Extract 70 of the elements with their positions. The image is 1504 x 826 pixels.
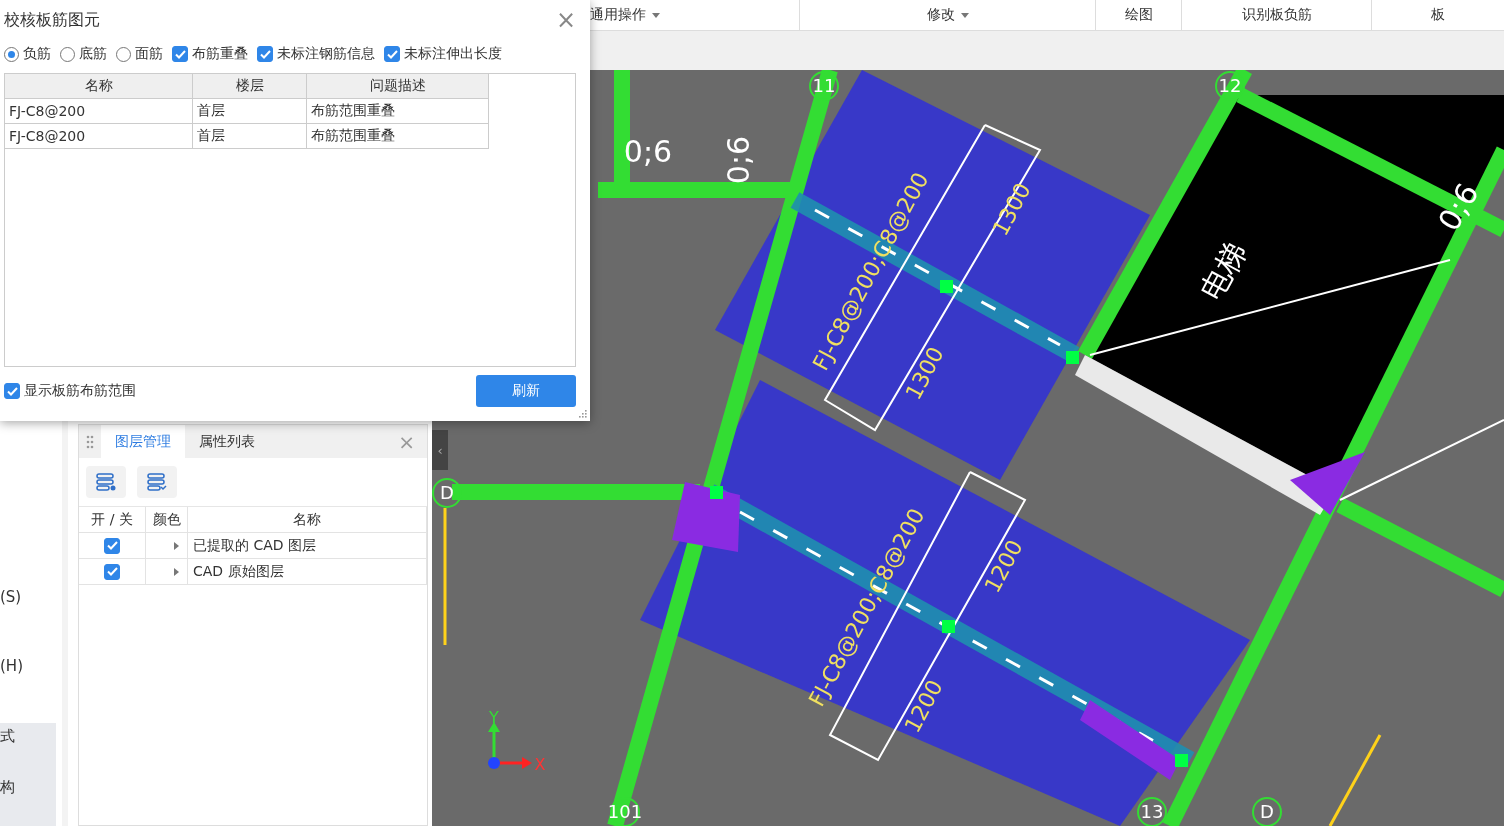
toolbar-menu[interactable]: 板	[1431, 6, 1445, 24]
layer-tool-button[interactable]	[137, 466, 177, 498]
layers-icon	[146, 473, 168, 491]
radio-option[interactable]: 面筋	[116, 45, 163, 63]
table-cell: 已提取的 CAD 图层	[188, 533, 427, 559]
check-icon	[106, 567, 118, 576]
toolbar-menu[interactable]: 通用操作	[590, 6, 660, 24]
nav-item[interactable]: 构	[0, 778, 15, 798]
table-cell: 首层	[193, 124, 307, 149]
panel-tab[interactable]: 图层管理	[101, 425, 185, 458]
node-marker	[710, 486, 723, 499]
resize-grip-icon[interactable]	[578, 409, 587, 418]
layer-checkbox[interactable]	[104, 537, 120, 554]
dimension-text: 1300	[987, 178, 1036, 240]
table-cell: FJ-C8@200	[5, 99, 193, 124]
collapse-handle[interactable]: ‹	[432, 430, 448, 470]
nav-item[interactable]: (S)	[0, 588, 22, 606]
expand-icon[interactable]	[174, 541, 179, 550]
node-marker	[1175, 754, 1188, 767]
panel-tab[interactable]: 属性列表	[185, 425, 269, 458]
hatch-patch	[672, 482, 740, 552]
table-cell: FJ-C8@200	[5, 124, 193, 149]
drawing-note: 0;6	[1431, 177, 1486, 237]
check-icon	[259, 49, 271, 59]
node-marker	[942, 620, 955, 633]
checkbox-option[interactable]: 显示板筋布筋范围	[4, 382, 136, 400]
node-marker	[1066, 351, 1079, 364]
dimension-text: 1200	[979, 535, 1028, 597]
table-cell: 布筋范围重叠	[307, 124, 489, 149]
close-button[interactable]: ×	[555, 6, 576, 34]
radio-option[interactable]: 负筋	[4, 45, 51, 63]
toolbar-menu[interactable]: 修改	[926, 6, 969, 24]
axis-marker: 13	[1137, 797, 1167, 826]
room-label: 电梯	[1193, 236, 1253, 306]
column-header: 颜色	[146, 507, 188, 533]
column-header: 楼层	[193, 74, 307, 99]
column-header: 名称	[188, 507, 427, 533]
column-header: 开 / 关	[79, 507, 146, 533]
refresh-button[interactable]: 刷新	[476, 375, 576, 407]
drawing-note: 0;6	[720, 135, 756, 185]
caret-icon	[652, 12, 660, 18]
table-cell: 布筋范围重叠	[307, 99, 489, 124]
checkbox-option[interactable]: 未标注伸出长度	[384, 45, 502, 63]
column-header: 问题描述	[307, 74, 489, 99]
nav-item[interactable]: 式	[0, 726, 15, 746]
check-icon	[386, 49, 398, 59]
toolbar-menu[interactable]: 识别板负筋	[1241, 6, 1312, 24]
checkbox-option[interactable]: 布筋重叠	[172, 45, 248, 63]
caret-icon	[960, 12, 969, 18]
table-cell: 首层	[193, 99, 307, 124]
check-icon	[174, 49, 186, 59]
column-header: 名称	[5, 74, 193, 99]
check-icon	[106, 541, 118, 550]
axis-letter: Y	[489, 707, 499, 727]
expand-icon[interactable]	[174, 567, 179, 576]
table-cell: CAD 原始图层	[188, 559, 427, 585]
layers-icon	[95, 473, 117, 491]
node-marker	[940, 280, 953, 293]
layer-checkbox[interactable]	[104, 563, 120, 580]
nav-item[interactable]: (H)	[0, 657, 23, 676]
axis-icon	[488, 722, 532, 769]
checkbox-option[interactable]: 未标注钢筋信息	[257, 45, 375, 63]
check-icon	[6, 386, 18, 396]
dialog-title: 校核板筋图元	[4, 9, 100, 31]
toolbar-menu[interactable]: 绘图	[1124, 6, 1153, 24]
radio-option[interactable]: 底筋	[60, 45, 107, 63]
axis-marker: D	[1252, 797, 1282, 826]
drag-handle-icon[interactable]	[86, 434, 94, 449]
layer-tool-button[interactable]	[86, 466, 126, 498]
axis-letter: X	[534, 754, 546, 774]
